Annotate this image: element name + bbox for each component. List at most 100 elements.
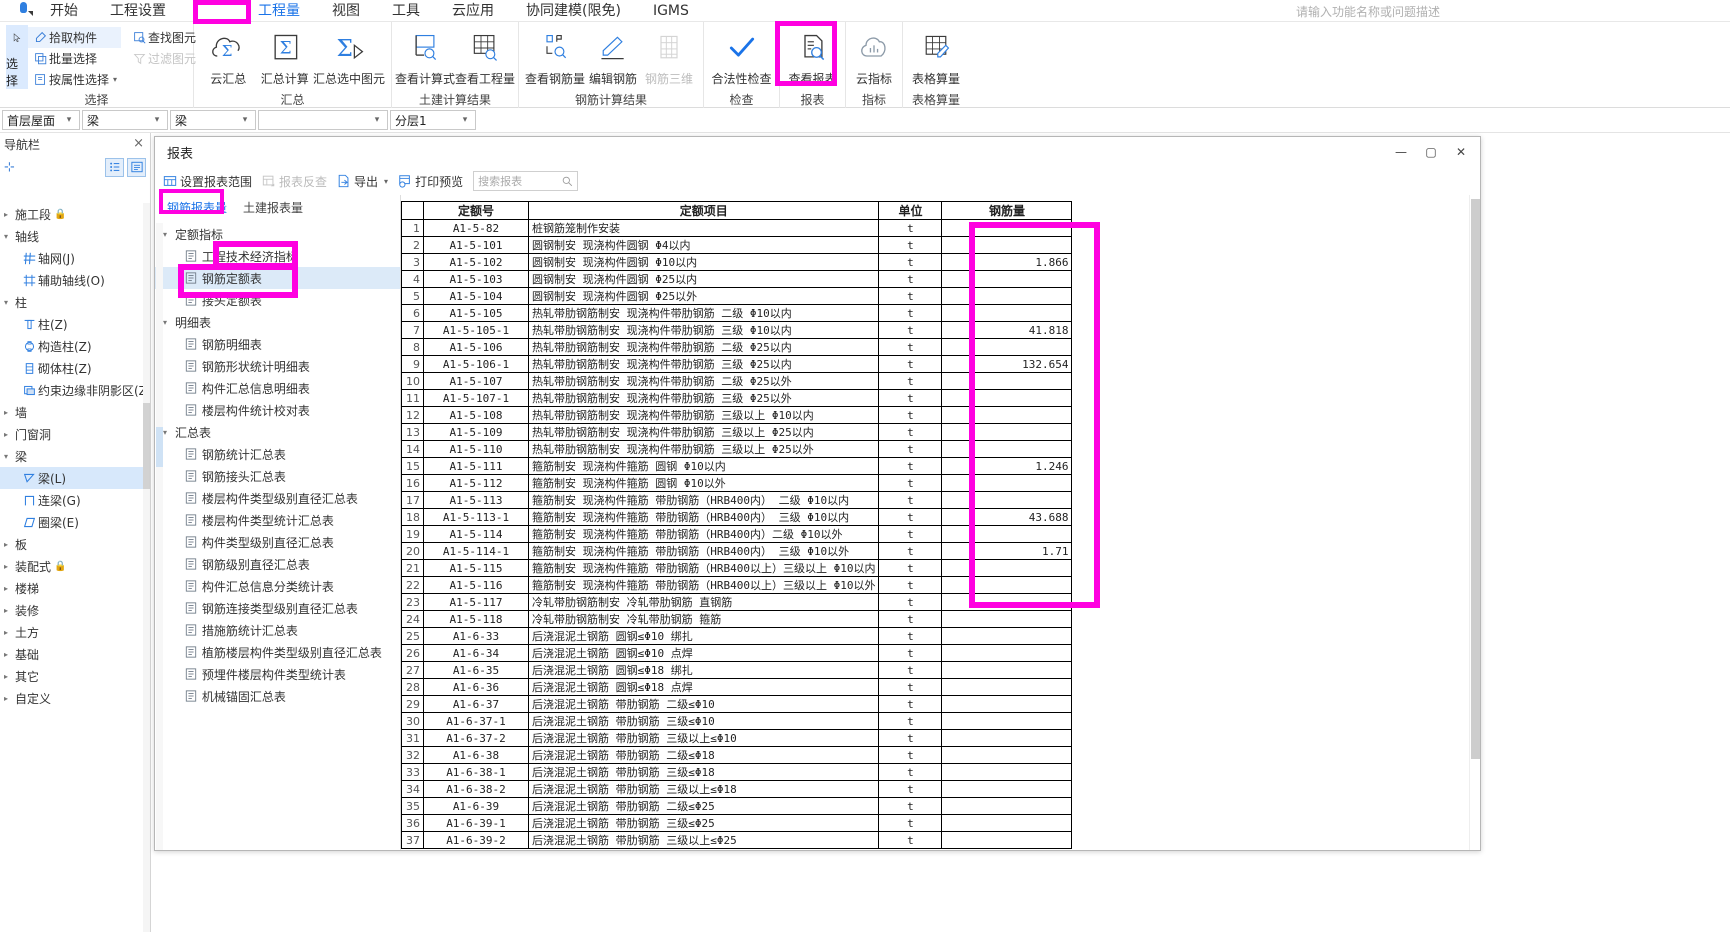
table-row[interactable]: 30 A1-6-37-1 后浇混泥土钢筋 带肋钢筋 三级≤Φ10 t [401, 712, 1073, 730]
report-tree-item-11[interactable]: 钢筋接头汇总表 [155, 465, 400, 487]
table-row[interactable]: 36 A1-6-39-1 后浇混泥土钢筋 带肋钢筋 三级≤Φ25 t [401, 814, 1073, 832]
chevron-icon[interactable]: ▾ [163, 318, 175, 327]
report-tree-item-16[interactable]: 构件汇总信息分类统计表 [155, 575, 400, 597]
report-tree-item-4[interactable]: ▾ 明细表 [155, 311, 400, 333]
nav-item-17[interactable]: ▸ 楼梯 [0, 577, 150, 599]
report-tree-item-10[interactable]: 钢筋统计汇总表 [155, 443, 400, 465]
chevron-icon[interactable]: ▾ [4, 452, 15, 461]
nav-item-15[interactable]: ▸ 板 [0, 533, 150, 555]
close-icon[interactable]: ✕ [1446, 140, 1476, 164]
nav-item-19[interactable]: ▸ 土方 [0, 621, 150, 643]
category-selector[interactable]: 梁 ▾ [82, 110, 168, 130]
name-selector[interactable]: ▾ [258, 110, 388, 130]
table-row[interactable]: 35 A1-6-39 后浇混泥土钢筋 带肋钢筋 二级≤Φ25 t [401, 797, 1073, 815]
layer-selector[interactable]: 分层1 ▾ [390, 110, 476, 130]
report-tree-item-13[interactable]: 楼层构件类型统计汇总表 [155, 509, 400, 531]
table-row[interactable]: 10 A1-5-107 热轧带肋钢筋制安 现浇构件带肋钢筋 二级 Φ25以外 t [401, 372, 1073, 390]
cloud-indicator-button[interactable]: 云指标 [852, 25, 896, 87]
table-row[interactable]: 15 A1-5-111 箍筋制安 现浇构件箍筋 圆钢 Φ10以内 t 1.246 [401, 457, 1073, 475]
minimize-icon[interactable]: — [1386, 140, 1416, 164]
nav-item-16[interactable]: ▸ 装配式 🔒 [0, 555, 150, 577]
table-row[interactable]: 4 A1-5-103 圆钢制安 现浇构件圆钢 Φ25以内 t [401, 270, 1073, 288]
table-row[interactable]: 19 A1-5-114 箍筋制安 现浇构件箍筋 带肋钢筋（HRB400内）二级 Φ1… [401, 525, 1073, 543]
report-table[interactable]: 定额号 定额项目 单位 钢筋量 1 A1-5-82 桩钢筋笼制作安装 t 2 A1-5-101 圆钢… [401, 201, 1073, 849]
report-tree-item-3[interactable]: 接头定额表 [155, 289, 400, 311]
ribbon-tab-start[interactable]: 开始 [34, 0, 94, 23]
chevron-icon[interactable]: ▸ [4, 562, 15, 571]
chevron-icon[interactable]: ▾ [163, 428, 175, 437]
table-row[interactable]: 13 A1-5-109 热轧带肋钢筋制安 现浇构件带肋钢筋 三级以上 Φ25以内 t [401, 423, 1073, 441]
select-by-attribute-button[interactable]: 按属性选择 ▾ [28, 69, 121, 90]
nav-item-10[interactable]: ▸ 门窗洞 [0, 423, 150, 445]
sum-selected-button[interactable]: Σ 汇总选中图元 [313, 25, 385, 87]
view-report-button[interactable]: 查看报表 [786, 25, 839, 87]
table-row[interactable]: 37 A1-6-39-2 后浇混泥土钢筋 带肋钢筋 三级以上≤Φ25 t [401, 831, 1073, 849]
table-row[interactable]: 1 A1-5-82 桩钢筋笼制作安装 t [401, 219, 1073, 237]
table-row[interactable]: 14 A1-5-110 热轧带肋钢筋制安 现浇构件带肋钢筋 三级以上 Φ25以外 t [401, 440, 1073, 458]
report-tree-item-18[interactable]: 措施筋统计汇总表 [155, 619, 400, 641]
report-tree-item-15[interactable]: 钢筋级别直径汇总表 [155, 553, 400, 575]
select-tool-button[interactable]: 选择 [6, 25, 28, 89]
table-row[interactable]: 16 A1-5-112 箍筋制安 现浇构件箍筋 圆钢 Φ10以外 t [401, 474, 1073, 492]
nav-item-3[interactable]: 辅助轴线(O) [0, 269, 150, 291]
table-row[interactable]: 18 A1-5-113-1 箍筋制安 现浇构件箍筋 带肋钢筋（HRB400内） 三级… [401, 508, 1073, 526]
chevron-icon[interactable]: ▸ [4, 606, 15, 615]
nav-item-22[interactable]: ▸ 自定义 [0, 687, 150, 709]
report-reverse-button[interactable]: 报表反查 [262, 173, 327, 190]
report-tree-item-20[interactable]: 预埋件楼层构件类型统计表 [155, 663, 400, 685]
table-row[interactable]: 17 A1-5-113 箍筋制安 现浇构件箍筋 带肋钢筋（HRB400内） 二级 Φ… [401, 491, 1073, 509]
filter-element-button[interactable]: 过滤图元 [127, 48, 200, 69]
report-tree-scrollbar[interactable] [156, 223, 163, 850]
ribbon-tab-tools[interactable]: 工具 [376, 0, 436, 23]
set-report-range-button[interactable]: 设置报表范围 [163, 173, 252, 190]
table-row[interactable]: 21 A1-5-115 箍筋制安 现浇构件箍筋 带肋钢筋（HRB400以上）三级以上… [401, 559, 1073, 577]
tab-civil-report[interactable]: 土建报表量 [235, 196, 311, 219]
table-row[interactable]: 6 A1-5-105 热轧带肋钢筋制安 现浇构件带肋钢筋 二级 Φ10以内 t [401, 304, 1073, 322]
ribbon-tab-collab-modeling[interactable]: 协同建模(限免) [510, 0, 637, 23]
chevron-icon[interactable]: ▸ [4, 694, 15, 703]
chevron-icon[interactable]: ▸ [4, 540, 15, 549]
chevron-icon[interactable]: ▸ [4, 584, 15, 593]
nav-item-21[interactable]: ▸ 其它 [0, 665, 150, 687]
table-row[interactable]: 8 A1-5-106 热轧带肋钢筋制安 现浇构件带肋钢筋 二级 Φ25以内 t [401, 338, 1073, 356]
nav-item-6[interactable]: 构造柱(Z) [0, 335, 150, 357]
edit-rebar-button[interactable]: 编辑钢筋 [585, 25, 641, 87]
find-element-button[interactable]: 查找图元 [127, 27, 200, 48]
cloud-sum-button[interactable]: Σ 云汇总 [200, 25, 256, 87]
chevron-icon[interactable]: ▾ [163, 230, 175, 239]
table-row[interactable]: 25 A1-6-33 后浇混泥土钢筋 圆钢≤Φ10 绑扎 t [401, 627, 1073, 645]
report-tree-item-17[interactable]: 钢筋连接类型级别直径汇总表 [155, 597, 400, 619]
report-tree-item-7[interactable]: 构件汇总信息明细表 [155, 377, 400, 399]
ribbon-tab-project-settings[interactable]: 工程设置 [94, 0, 182, 23]
add-icon[interactable]: ⊹ [4, 160, 15, 175]
ribbon-tab-modeling[interactable]: 建模 [182, 0, 242, 23]
table-row[interactable]: 24 A1-5-118 冷轧带肋钢筋制安 冷轧带肋钢筋 箍筋 t [401, 610, 1073, 628]
report-tree-item-19[interactable]: 植筋楼层构件类型级别直径汇总表 [155, 641, 400, 663]
table-row[interactable]: 5 A1-5-104 圆钢制安 现浇构件圆钢 Φ25以外 t [401, 287, 1073, 305]
nav-item-0[interactable]: ▸ 施工段 🔒 [0, 203, 150, 225]
report-tree-item-5[interactable]: 钢筋明细表 [155, 333, 400, 355]
report-tree-item-21[interactable]: 机械锚固汇总表 [155, 685, 400, 707]
nav-item-14[interactable]: 圈梁(E) [0, 511, 150, 533]
pick-component-button[interactable]: 拾取构件 [28, 27, 122, 48]
table-row[interactable]: 29 A1-6-37 后浇混泥土钢筋 带肋钢筋 二级≤Φ10 t [401, 695, 1073, 713]
view-rebar-qty-button[interactable]: 查看钢筋量 [525, 25, 585, 87]
table-row[interactable]: 23 A1-5-117 冷轧带肋钢筋制安 冷轧带肋钢筋 直钢筋 t [401, 593, 1073, 611]
table-row[interactable]: 3 A1-5-102 圆钢制安 现浇构件圆钢 Φ10以内 t 1.866 [401, 253, 1073, 271]
nav-item-11[interactable]: ▾ 梁 [0, 445, 150, 467]
table-row[interactable]: 33 A1-6-38-1 后浇混泥土钢筋 带肋钢筋 三级≤Φ18 t [401, 763, 1073, 781]
export-button[interactable]: 导出 ▾ [337, 173, 388, 190]
report-tree-scrollbar-thumb[interactable] [156, 427, 163, 467]
report-tree-item-9[interactable]: ▾ 汇总表 [155, 421, 400, 443]
maximize-icon[interactable]: ▢ [1416, 140, 1446, 164]
chevron-icon[interactable]: ▾ [4, 298, 15, 307]
nav-item-4[interactable]: ▾ 柱 [0, 291, 150, 313]
report-search-input[interactable]: 搜索报表 [473, 171, 579, 191]
table-row[interactable]: 34 A1-6-38-2 后浇混泥土钢筋 带肋钢筋 三级以上≤Φ18 t [401, 780, 1073, 798]
table-calc-button[interactable]: 表格算量 [909, 25, 963, 87]
report-tree-item-12[interactable]: 楼层构件类型级别直径汇总表 [155, 487, 400, 509]
chevron-icon[interactable]: ▾ [4, 232, 15, 241]
nav-item-8[interactable]: 约束边缘非阴影区(Z [0, 379, 150, 401]
column-header-3[interactable]: 钢筋量 [941, 201, 1073, 220]
tab-rebar-report[interactable]: 钢筋报表量 [159, 196, 235, 219]
